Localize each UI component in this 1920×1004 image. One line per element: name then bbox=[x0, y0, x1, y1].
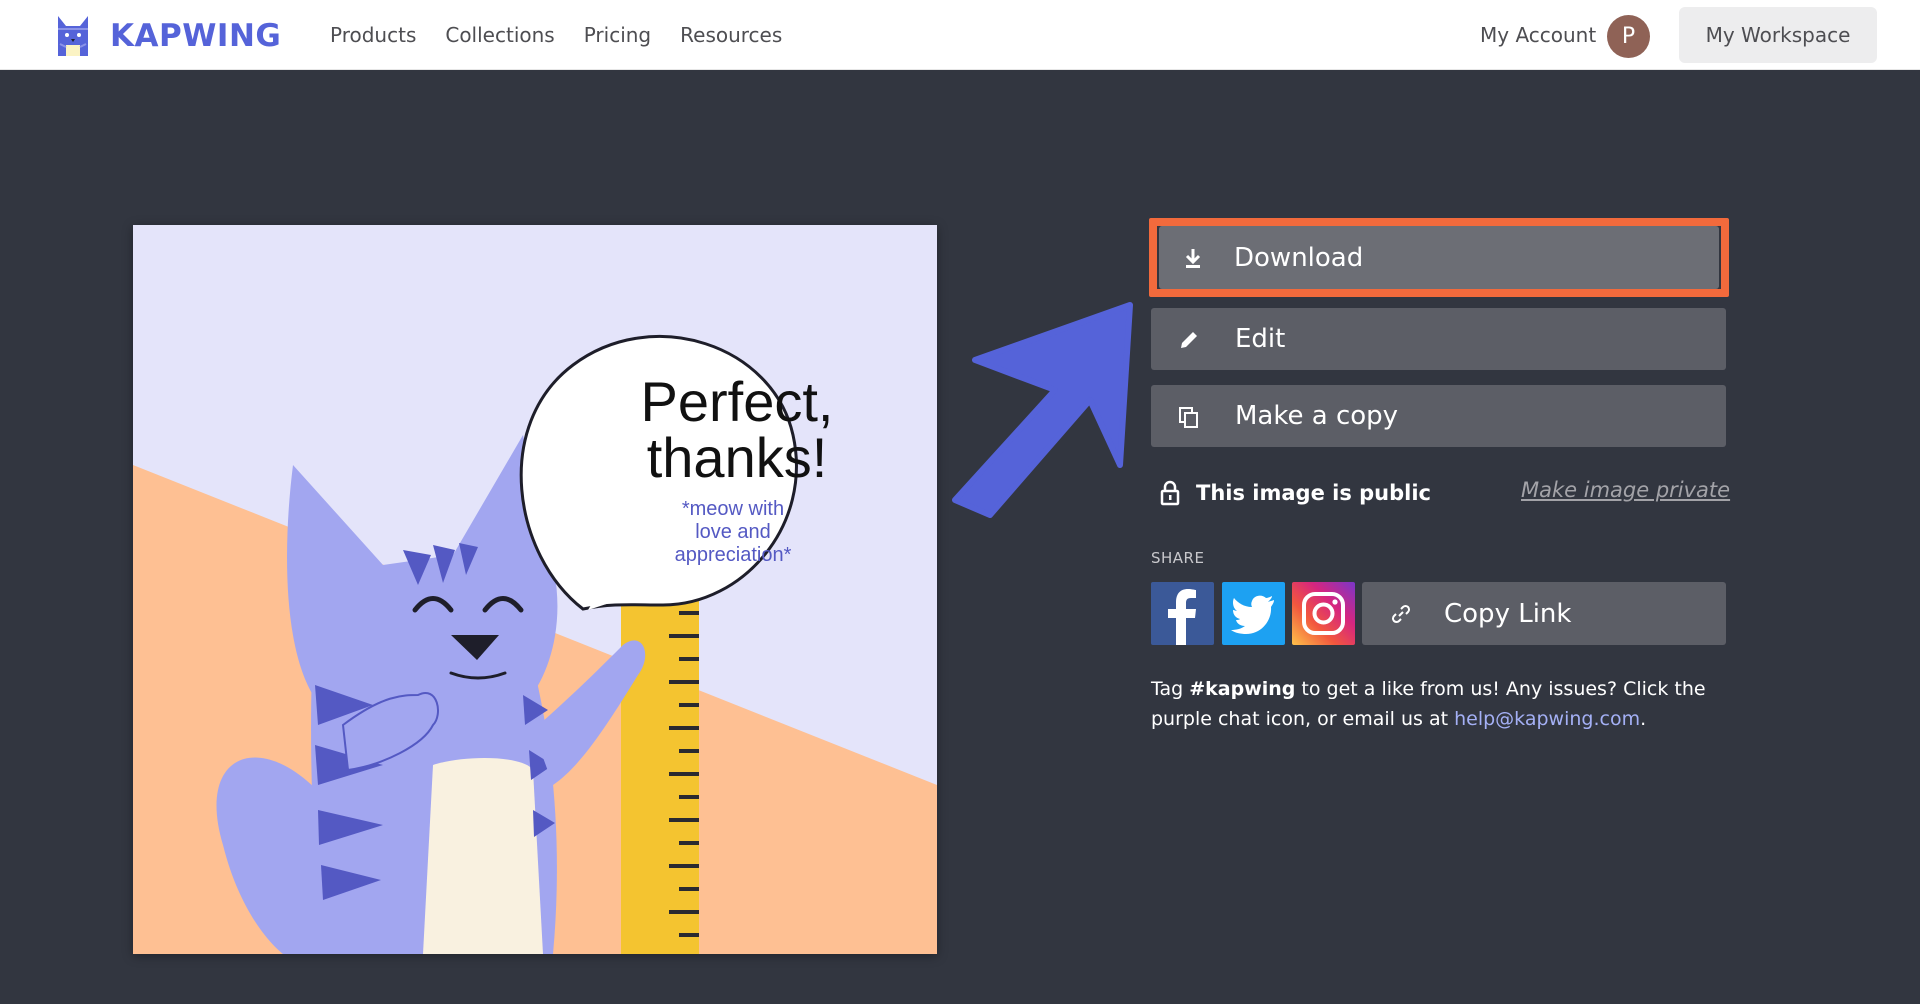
user-avatar[interactable]: P bbox=[1607, 15, 1650, 58]
copy-link-button[interactable]: Copy Link bbox=[1362, 582, 1726, 645]
nav-products[interactable]: Products bbox=[330, 23, 416, 47]
visibility-status: This image is public bbox=[1160, 480, 1431, 506]
my-account-link[interactable]: My Account bbox=[1480, 23, 1596, 47]
meme-image: Perfect, thanks! *meow with love and app… bbox=[133, 225, 937, 954]
image-preview: Perfect, thanks! *meow with love and app… bbox=[133, 225, 937, 954]
link-icon bbox=[1391, 604, 1411, 624]
copy-link-label: Copy Link bbox=[1444, 598, 1572, 629]
bubble-subtext-line3: appreciation* bbox=[675, 544, 792, 566]
logo-wordmark: KAPWING bbox=[110, 18, 282, 54]
twitter-share-button[interactable] bbox=[1222, 582, 1285, 645]
edit-label: Edit bbox=[1235, 324, 1286, 354]
instagram-share-button[interactable] bbox=[1292, 582, 1355, 645]
share-heading: SHARE bbox=[1151, 549, 1205, 567]
kapwing-logo-link[interactable]: KAPWING bbox=[56, 14, 281, 58]
twitter-icon bbox=[1222, 582, 1285, 645]
nav-pricing[interactable]: Pricing bbox=[584, 23, 651, 47]
facebook-share-button[interactable] bbox=[1151, 582, 1214, 645]
help-text: Tag #kapwing to get a like from us! Any … bbox=[1151, 674, 1711, 734]
support-email-link[interactable]: help@kapwing.com bbox=[1454, 708, 1640, 730]
nav-collections[interactable]: Collections bbox=[445, 23, 554, 47]
main-nav: Products Collections Pricing Resources bbox=[330, 0, 811, 70]
kapwing-cat-icon bbox=[58, 16, 88, 56]
edit-button[interactable]: Edit bbox=[1151, 308, 1726, 370]
make-a-copy-label: Make a copy bbox=[1235, 401, 1399, 431]
copy-icon bbox=[1179, 407, 1198, 428]
bubble-subtext-line1: *meow with bbox=[682, 498, 784, 520]
download-icon bbox=[1185, 249, 1201, 268]
pencil-icon bbox=[1181, 332, 1197, 348]
hashtag-text: #kapwing bbox=[1189, 678, 1296, 700]
download-label: Download bbox=[1234, 242, 1364, 273]
blue-arrow-icon bbox=[952, 302, 1133, 518]
bubble-text-line2: thanks! bbox=[647, 426, 828, 489]
download-button[interactable]: Download bbox=[1159, 226, 1719, 289]
lock-icon bbox=[1160, 480, 1180, 506]
help-text-part3: . bbox=[1640, 708, 1647, 730]
ruler-graphic bbox=[621, 565, 699, 954]
help-text-part1: Tag bbox=[1151, 678, 1190, 700]
bubble-subtext-line2: love and bbox=[695, 521, 771, 543]
my-workspace-button[interactable]: My Workspace bbox=[1679, 7, 1877, 63]
bubble-text-line1: Perfect, bbox=[641, 370, 834, 433]
top-navigation-bar: KAPWING Products Collections Pricing Res… bbox=[0, 0, 1920, 70]
visibility-text: This image is public bbox=[1196, 481, 1431, 505]
make-image-private-link[interactable]: Make image private bbox=[1521, 478, 1730, 502]
facebook-icon bbox=[1151, 582, 1214, 645]
instagram-icon bbox=[1292, 582, 1355, 645]
make-a-copy-button[interactable]: Make a copy bbox=[1151, 385, 1726, 447]
nav-resources[interactable]: Resources bbox=[680, 23, 782, 47]
